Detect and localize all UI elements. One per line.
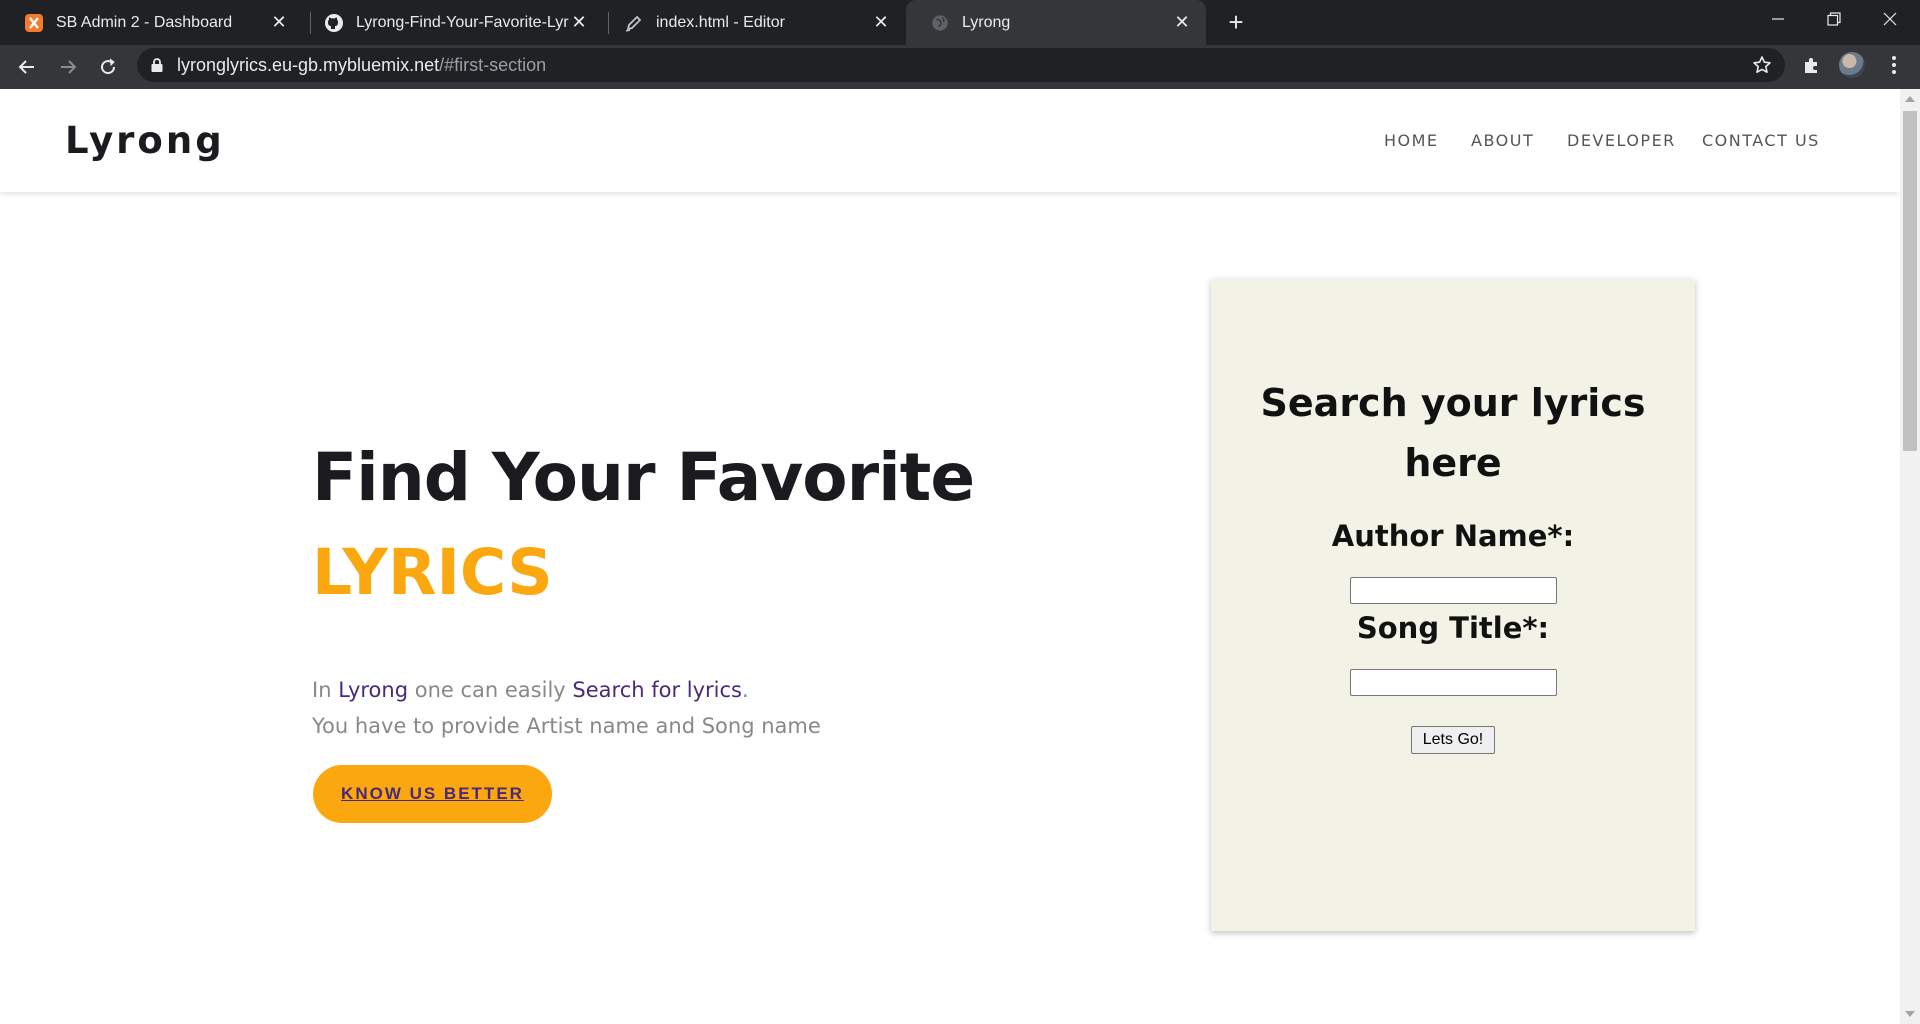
menu-kebab-icon[interactable] xyxy=(1880,51,1908,79)
nav-about[interactable]: ABOUT xyxy=(1471,131,1534,150)
search-title-line-2: here xyxy=(1404,441,1502,485)
close-icon[interactable]: ✕ xyxy=(569,12,589,33)
close-icon[interactable]: ✕ xyxy=(871,12,891,33)
minimize-button[interactable] xyxy=(1750,0,1806,38)
hero-middle: one can easily xyxy=(408,678,573,702)
tab-title: Lyrong-Find-Your-Favorite-Lyrics/ xyxy=(356,13,569,31)
search-card-title: Search your lyrics here xyxy=(1211,373,1695,493)
nav-contact-us[interactable]: CONTACT US xyxy=(1702,131,1820,150)
scroll-up-arrow-icon[interactable] xyxy=(1905,96,1915,102)
nav-developer[interactable]: DEVELOPER xyxy=(1567,131,1676,150)
extensions-puzzle-icon[interactable] xyxy=(1798,51,1826,79)
github-icon xyxy=(324,13,344,33)
tab-sb-admin[interactable]: SB Admin 2 - Dashboard ✕ xyxy=(0,0,303,45)
site-header: Lyrong HOME ABOUT DEVELOPER CONTACT US xyxy=(0,89,1900,192)
globe-icon xyxy=(930,13,950,33)
close-icon[interactable]: ✕ xyxy=(1172,12,1192,33)
new-tab-button[interactable]: + xyxy=(1222,7,1250,37)
lock-icon[interactable] xyxy=(143,51,171,79)
hero-suffix: . xyxy=(742,678,749,702)
hero-line-1: In Lyrong one can easily Search for lyri… xyxy=(312,672,821,708)
nav-menu: ABOUT xyxy=(1471,131,1534,150)
close-icon[interactable]: ✕ xyxy=(269,12,289,33)
pen-icon xyxy=(624,13,644,33)
nav-home[interactable]: HOME xyxy=(1384,131,1439,150)
back-button[interactable] xyxy=(12,52,42,82)
address-url[interactable]: lyronglyrics.eu-gb.mybluemix.net/#first-… xyxy=(177,52,546,78)
lets-go-button[interactable]: Lets Go! xyxy=(1411,726,1495,754)
url-host: lyronglyrics.eu-gb.mybluemix.net xyxy=(177,55,440,75)
search-lyrics-link[interactable]: Search for lyrics xyxy=(572,678,742,702)
scrollbar-thumb[interactable] xyxy=(1903,111,1917,451)
web-page: Lyrong HOME ABOUT DEVELOPER CONTACT US F… xyxy=(0,89,1900,1024)
know-us-better-button[interactable]: KNOW US BETTER xyxy=(313,765,552,823)
hero-accent: LYRICS xyxy=(312,536,553,609)
author-name-label: Author Name*: xyxy=(1331,519,1575,553)
tab-title: Lyrong xyxy=(962,13,1011,31)
song-title-input[interactable] xyxy=(1350,669,1557,696)
hero-description: In Lyrong one can easily Search for lyri… xyxy=(312,672,821,744)
nav-menu: DEVELOPER xyxy=(1567,131,1676,150)
bookmark-star-icon[interactable] xyxy=(1748,51,1776,79)
tab-github[interactable]: Lyrong-Find-Your-Favorite-Lyrics/ ✕ xyxy=(300,0,603,45)
reload-button[interactable] xyxy=(93,52,123,82)
hero-line-2: You have to provide Artist name and Song… xyxy=(312,714,821,738)
author-name-input[interactable] xyxy=(1350,577,1557,604)
xampp-icon xyxy=(24,13,44,33)
hero-title: Find Your Favorite xyxy=(312,439,975,516)
restore-button[interactable] xyxy=(1806,0,1862,38)
tab-title: SB Admin 2 - Dashboard xyxy=(56,13,233,31)
nav-menu: HOME xyxy=(1384,131,1439,150)
tab-lyrong[interactable]: Lyrong ✕ xyxy=(906,0,1206,45)
scroll-down-arrow-icon[interactable] xyxy=(1905,1011,1915,1017)
page-scrollbar[interactable] xyxy=(1900,89,1920,1024)
tab-title: index.html - Editor xyxy=(656,13,785,31)
song-title-label: Song Title*: xyxy=(1356,611,1550,645)
site-logo[interactable]: Lyrong xyxy=(65,119,225,162)
search-lyrics-card: Search your lyrics here Author Name*: So… xyxy=(1211,279,1695,931)
url-path: /#first-section xyxy=(439,55,547,75)
cta-label: KNOW US BETTER xyxy=(341,784,524,803)
browser-tab-bar: SB Admin 2 - Dashboard ✕ Lyrong-Find-You… xyxy=(0,0,1920,45)
profile-avatar[interactable] xyxy=(1839,52,1865,78)
hero-brand-link[interactable]: Lyrong xyxy=(338,678,408,702)
nav-menu: CONTACT US xyxy=(1702,131,1820,150)
search-title-line-1: Search your lyrics xyxy=(1260,381,1646,425)
close-window-button[interactable] xyxy=(1862,0,1918,38)
hero-prefix: In xyxy=(312,678,339,702)
tab-editor[interactable]: index.html - Editor ✕ xyxy=(600,0,905,45)
forward-button[interactable] xyxy=(53,52,83,82)
